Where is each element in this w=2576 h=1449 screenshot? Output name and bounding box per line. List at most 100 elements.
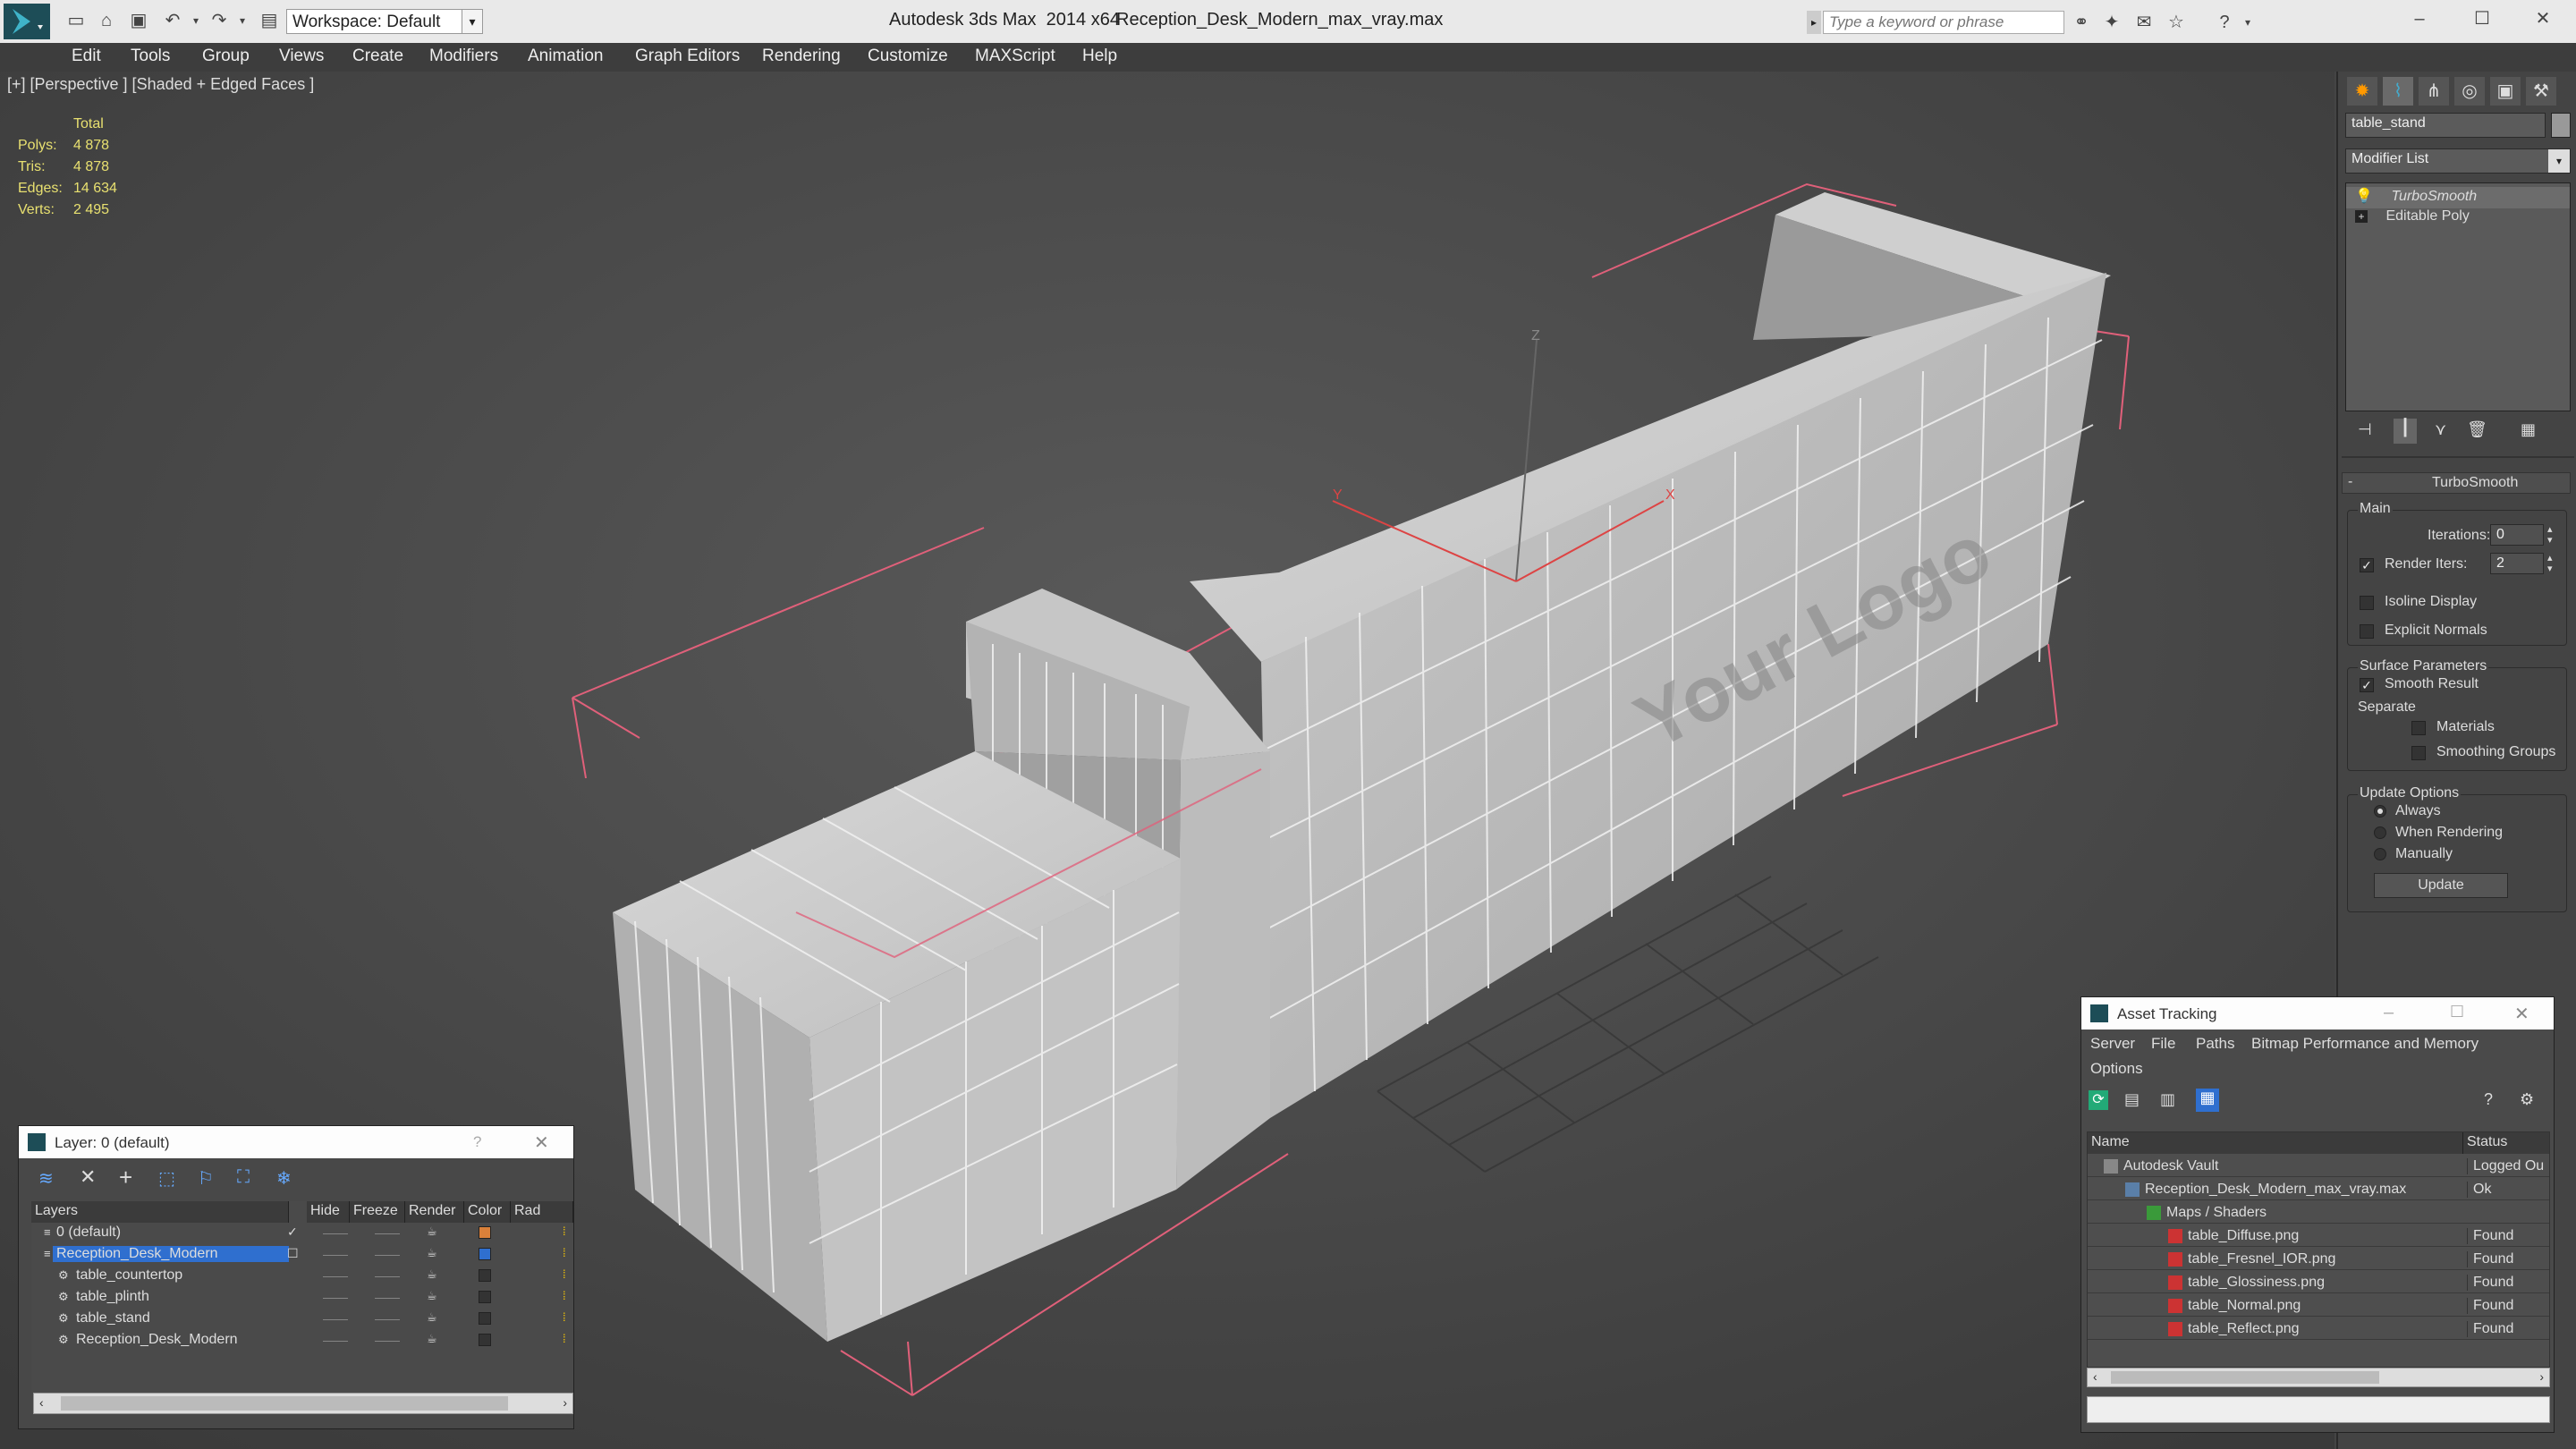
layer-row[interactable]: ⚙ table_stand —— —— ☕ ⁞	[31, 1309, 573, 1330]
utilities-tab-icon[interactable]: ⚒	[2526, 77, 2556, 106]
freeze-toggle[interactable]: ——	[375, 1268, 400, 1283]
render-teapot-icon[interactable]: ☕	[427, 1310, 437, 1325]
menu-edit[interactable]: Edit	[72, 47, 101, 66]
asset-window-titlebar[interactable]: Asset Tracking – ☐ ✕	[2081, 997, 2554, 1030]
pin-stack-icon[interactable]: ⊣	[2358, 420, 2372, 439]
column-header-name[interactable]: Name	[2088, 1132, 2463, 1154]
menu-paths[interactable]: Paths	[2196, 1035, 2234, 1053]
layer-horizontal-scrollbar[interactable]: ‹ ›	[33, 1393, 573, 1414]
layer-settings-icon[interactable]: ≋	[38, 1167, 54, 1190]
when-rendering-radio[interactable]	[2374, 826, 2386, 839]
layer-color-swatch[interactable]	[479, 1334, 491, 1346]
materials-checkbox[interactable]	[2411, 721, 2426, 735]
menu-options[interactable]: Options	[2090, 1060, 2143, 1078]
iterations-spinner[interactable]: 0	[2490, 524, 2544, 546]
tree-view-icon[interactable]: ▥	[2160, 1090, 2175, 1109]
render-teapot-icon[interactable]: ☕	[427, 1246, 437, 1260]
create-tab-icon[interactable]: ✹	[2347, 77, 2377, 106]
layer-row[interactable]: ⚙ Reception_Desk_Modern —— —— ☕ ⁞	[31, 1330, 573, 1352]
subscription-icon[interactable]: ✦	[2100, 11, 2123, 34]
hide-toggle[interactable]: ——	[323, 1247, 348, 1261]
hierarchy-tab-icon[interactable]: ⋔	[2419, 77, 2449, 106]
column-header-hide[interactable]: Hide	[307, 1201, 350, 1223]
column-header-radiosity[interactable]: Rad	[511, 1201, 573, 1223]
maximize-icon[interactable]: ☐	[2470, 7, 2494, 30]
menu-customize[interactable]: Customize	[868, 47, 948, 66]
freeze-toggle[interactable]: ——	[375, 1311, 400, 1326]
favorites-star-icon[interactable]: ☆	[2165, 11, 2188, 34]
asset-row[interactable]: table_Reflect.png Found	[2088, 1318, 2549, 1340]
viewport-label[interactable]: [+] [Perspective ] [Shaded + Edged Faces…	[7, 75, 314, 94]
asset-path-field[interactable]	[2087, 1396, 2550, 1423]
column-header-layers[interactable]: Layers	[31, 1201, 289, 1223]
column-header-render[interactable]: Render	[405, 1201, 464, 1223]
scroll-right-icon[interactable]: ›	[563, 1395, 567, 1410]
column-header-status[interactable]: Status	[2463, 1132, 2549, 1154]
layer-color-swatch[interactable]	[479, 1226, 491, 1239]
update-button[interactable]: Update	[2374, 873, 2508, 898]
freeze-toggle[interactable]: ——	[375, 1225, 400, 1240]
light-bulb-icon[interactable]: 💡	[2355, 187, 2373, 205]
hide-toggle[interactable]: ——	[323, 1311, 348, 1326]
render-teapot-icon[interactable]: ☕	[427, 1267, 437, 1282]
close-icon[interactable]: ✕	[2514, 1003, 2529, 1025]
stack-item-editable-poly[interactable]: + Editable Poly	[2346, 208, 2570, 230]
stack-item-turbosmooth[interactable]: 💡 TurboSmooth	[2346, 187, 2570, 208]
hide-all-icon[interactable]: ⛶	[237, 1167, 250, 1188]
context-help-icon[interactable]: ⚙	[2520, 1090, 2534, 1109]
menu-views[interactable]: Views	[279, 47, 324, 66]
menu-create[interactable]: Create	[352, 47, 403, 66]
object-name-field[interactable]: table_stand	[2345, 113, 2546, 138]
add-layer-icon[interactable]: +	[119, 1164, 132, 1191]
search-input[interactable]	[1823, 11, 2064, 34]
spinner-arrows-icon[interactable]: ▴ ▾	[2547, 553, 2553, 574]
remove-modifier-icon[interactable]: 🗑	[2467, 420, 2487, 439]
maximize-icon[interactable]: ☐	[2450, 1003, 2464, 1021]
save-file-icon[interactable]: ▣	[127, 9, 150, 32]
layer-row[interactable]: ⚙ table_countertop —— —— ☕ ⁞	[31, 1266, 573, 1287]
menu-maxscript[interactable]: MAXScript	[975, 47, 1055, 66]
select-objects-icon[interactable]: ⬚	[158, 1167, 175, 1190]
layer-row[interactable]: ≡ 0 (default) ✓ —— —— ☕ ⁞	[31, 1223, 573, 1244]
modifier-list-dropdown[interactable]: Modifier List ▾	[2345, 148, 2571, 174]
display-tab-icon[interactable]: ▣	[2490, 77, 2521, 106]
new-file-icon[interactable]: ▭	[64, 9, 88, 32]
always-radio[interactable]	[2374, 805, 2386, 818]
smoothing-groups-checkbox[interactable]	[2411, 746, 2426, 760]
asset-row[interactable]: Reception_Desk_Modern_max_vray.max Ok	[2088, 1179, 2549, 1200]
redo-dropdown-icon[interactable]: ▾	[231, 9, 254, 32]
radiosity-icon[interactable]: ⁞	[563, 1332, 566, 1345]
asset-horizontal-scrollbar[interactable]: ‹ ›	[2087, 1368, 2550, 1387]
freeze-toggle[interactable]: ——	[375, 1333, 400, 1347]
table-view-icon[interactable]: ▦	[2196, 1089, 2219, 1112]
workspace-menu-button[interactable]: ▾	[462, 9, 483, 34]
search-toggle-icon[interactable]: ▸	[1807, 11, 1821, 34]
menu-server[interactable]: Server	[2090, 1035, 2135, 1053]
radiosity-icon[interactable]: ⁞	[563, 1246, 566, 1259]
redo-icon[interactable]: ↷	[208, 9, 231, 32]
freeze-toggle[interactable]: ——	[375, 1290, 400, 1304]
asset-row[interactable]: table_Normal.png Found	[2088, 1295, 2549, 1317]
render-teapot-icon[interactable]: ☕	[427, 1332, 437, 1346]
hide-toggle[interactable]: ——	[323, 1225, 348, 1240]
app-logo-icon[interactable]	[4, 4, 50, 39]
hide-toggle[interactable]: ——	[323, 1268, 348, 1283]
layer-row[interactable]: ⚙ table_plinth —— —— ☕ ⁞	[31, 1287, 573, 1309]
scroll-left-icon[interactable]: ‹	[2093, 1369, 2097, 1384]
undo-icon[interactable]: ↶	[161, 9, 184, 32]
asset-row[interactable]: Autodesk Vault Logged Ou	[2088, 1156, 2549, 1177]
layer-row[interactable]: ≡ Reception_Desk_Modern ☐ —— —— ☕ ⁞	[31, 1244, 573, 1266]
refresh-icon[interactable]: ⟳	[2089, 1090, 2108, 1110]
render-teapot-icon[interactable]: ☕	[427, 1224, 437, 1239]
show-end-result-icon[interactable]: ┃	[2394, 419, 2417, 444]
turbosmooth-rollout-header[interactable]: - TurboSmooth	[2342, 472, 2571, 494]
menu-graph-editors[interactable]: Graph Editors	[635, 47, 740, 66]
expand-plus-icon[interactable]: +	[2355, 210, 2368, 223]
open-file-icon[interactable]: ⌂	[95, 9, 118, 32]
layer-color-swatch[interactable]	[479, 1269, 491, 1282]
radiosity-icon[interactable]: ⁞	[563, 1310, 566, 1324]
help-dropdown-icon[interactable]: ▾	[2236, 11, 2259, 34]
object-color-swatch[interactable]	[2551, 113, 2571, 138]
undo-dropdown-icon[interactable]: ▾	[184, 9, 208, 32]
isoline-display-checkbox[interactable]	[2360, 596, 2374, 610]
